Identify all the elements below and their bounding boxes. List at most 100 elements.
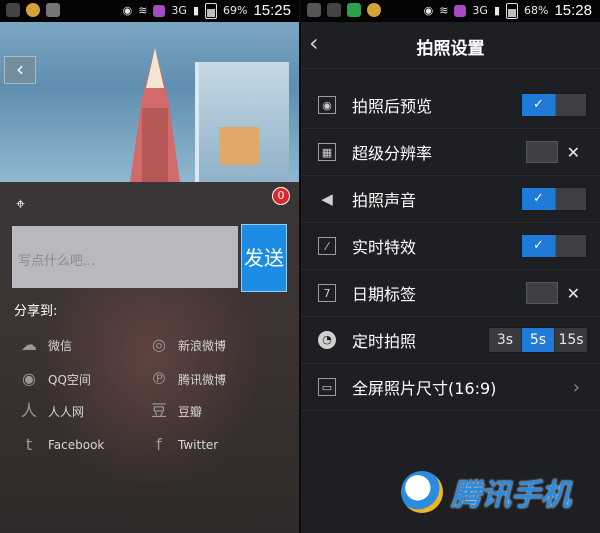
timer-option-3s[interactable]: 3s (489, 328, 522, 352)
share-item-label: 新浪微博 (178, 338, 227, 353)
battery-percent: 69% (223, 4, 248, 17)
battery-icon (205, 2, 217, 19)
share-to-label: 分享到: (14, 304, 58, 319)
qzone-icon: ◉ (22, 369, 36, 388)
share-item-label: 豆瓣 (178, 404, 203, 419)
setting-label: 日期标签 (352, 285, 417, 304)
location-icon[interactable]: ⌖ (16, 194, 25, 214)
wechat-icon: ☁ (21, 335, 37, 354)
clock: 15:28 (554, 2, 592, 19)
app-icon (367, 3, 381, 17)
effects-toggle[interactable]: ✓ (521, 234, 587, 258)
setting-preview-after-shot[interactable]: ◉ 拍照后预览 ✓ (301, 82, 600, 129)
char-count-badge: 0 (272, 187, 290, 205)
setting-label: 定时拍照 (352, 332, 417, 351)
share-item-label: 腾讯微博 (178, 372, 227, 387)
resolution-icon: ▦ (318, 143, 336, 161)
setting-fullscreen-size[interactable]: ▭ 全屏照片尺寸(16:9) › (301, 364, 600, 411)
watermark: 腾讯手机 (401, 470, 571, 514)
twitter-icon: f (156, 435, 162, 454)
timer-selector[interactable]: 3s 5s 15s (488, 327, 588, 353)
status-bar-right: ◉ ≋ 3G ▮ 68% 15:28 (301, 0, 600, 22)
setting-shutter-sound[interactable]: ◀ 拍照声音 ✓ (301, 176, 600, 223)
setting-label: 实时特效 (352, 238, 417, 257)
page-title: 拍照设置 (416, 39, 485, 59)
signal-icon: ▮ (493, 4, 500, 17)
share-panel: ◉ ≋ 3G ▮ 69% 15:25 ‹ ⌖ 0 写点什么吧... 发送 分享到… (0, 0, 299, 533)
gallery-icon (327, 3, 341, 17)
setting-label: 全屏照片尺寸(16:9) (352, 379, 497, 398)
battery-percent: 68% (524, 4, 549, 17)
date-toggle[interactable] (526, 282, 558, 304)
speaker-icon: ◀ (321, 190, 333, 208)
share-wechat[interactable]: ☁ 微信 (18, 334, 72, 356)
share-weibo[interactable]: ◎ 新浪微博 (148, 334, 226, 356)
share-item-label: Facebook (48, 438, 105, 452)
chevron-right-icon: › (572, 376, 580, 398)
network-label: 3G (171, 4, 187, 17)
wifi-icon: ≋ (138, 4, 148, 17)
camera-settings-panel: ◉ ≋ 3G ▮ 68% 15:28 ‹ 拍照设置 ◉ 拍照后预览 ✓ ▦ 超级… (301, 0, 600, 533)
aspect-ratio-icon: ▭ (318, 378, 336, 396)
setting-label: 拍照声音 (352, 191, 417, 210)
renren-icon: 人 (20, 401, 37, 420)
check-icon: ✓ (522, 94, 555, 116)
setting-label: 超级分辨率 (352, 144, 433, 163)
timer-option-15s[interactable]: 15s (555, 328, 587, 352)
mail-icon (307, 3, 321, 17)
setting-super-resolution[interactable]: ▦ 超级分辨率 ✕ (301, 129, 600, 176)
eye-icon: ◉ (318, 96, 336, 114)
facebook-icon: t (25, 435, 33, 454)
meitu-icon (347, 3, 361, 17)
douban-icon: 豆 (150, 401, 167, 420)
battery-icon (506, 2, 518, 19)
eye-status-icon: ◉ (122, 4, 133, 17)
home-icon (454, 4, 467, 17)
back-button[interactable]: ‹ (4, 56, 36, 84)
sound-toggle[interactable]: ✓ (521, 187, 587, 211)
tencent-weibo-icon: ℗ (151, 369, 167, 388)
share-item-label: Twitter (178, 438, 219, 452)
setting-date-stamp[interactable]: 7 日期标签 ✕ (301, 270, 600, 317)
home-icon (153, 4, 166, 17)
weibo-icon: ◎ (152, 335, 166, 354)
wifi-icon: ≋ (439, 4, 449, 17)
network-label: 3G (472, 4, 488, 17)
status-bar-left: ◉ ≋ 3G ▮ 69% 15:25 (0, 0, 299, 22)
close-icon: ✕ (566, 142, 580, 162)
resolution-toggle[interactable] (526, 141, 558, 163)
share-tencent-weibo[interactable]: ℗ 腾讯微博 (148, 368, 226, 390)
message-input[interactable]: 写点什么吧... (12, 226, 238, 288)
notification-icon (46, 3, 60, 17)
share-facebook[interactable]: t Facebook (18, 434, 105, 456)
share-twitter[interactable]: f Twitter (148, 434, 218, 456)
signal-icon: ▮ (192, 4, 199, 17)
send-button[interactable]: 发送 (241, 224, 287, 292)
share-area: ⌖ 0 写点什么吧... 发送 分享到: ☁ 微信 ◎ 新浪微博 ◉ QQ空间 … (0, 182, 299, 533)
app-icon (26, 3, 40, 17)
magic-wand-icon: ⁄ (318, 237, 336, 255)
calendar-icon: 7 (318, 284, 336, 302)
photo-preview: ‹ (0, 22, 299, 182)
share-qzone[interactable]: ◉ QQ空间 (18, 368, 91, 390)
preview-toggle[interactable]: ✓ (521, 93, 587, 117)
share-renren[interactable]: 人 人人网 (18, 400, 84, 422)
photo-building (195, 62, 289, 182)
timer-option-5s[interactable]: 5s (522, 328, 555, 352)
share-item-label: 人人网 (48, 404, 85, 419)
photo-tower (130, 48, 180, 182)
setting-label: 拍照后预览 (352, 97, 433, 116)
tencent-logo-icon (401, 471, 443, 513)
eye-status-icon: ◉ (423, 4, 434, 17)
setting-timer[interactable]: ◔ 定时拍照 3s 5s 15s (301, 317, 600, 364)
setting-live-effects[interactable]: ⁄ 实时特效 ✓ (301, 223, 600, 270)
close-icon: ✕ (566, 283, 580, 303)
share-item-label: 微信 (48, 338, 73, 353)
clock-icon: ◔ (318, 331, 336, 349)
share-douban[interactable]: 豆 豆瓣 (148, 400, 202, 422)
clock: 15:25 (253, 2, 291, 19)
gallery-icon (6, 3, 20, 17)
check-icon: ✓ (522, 235, 555, 257)
title-bar: ‹ 拍照设置 (301, 22, 600, 69)
check-icon: ✓ (522, 188, 555, 210)
